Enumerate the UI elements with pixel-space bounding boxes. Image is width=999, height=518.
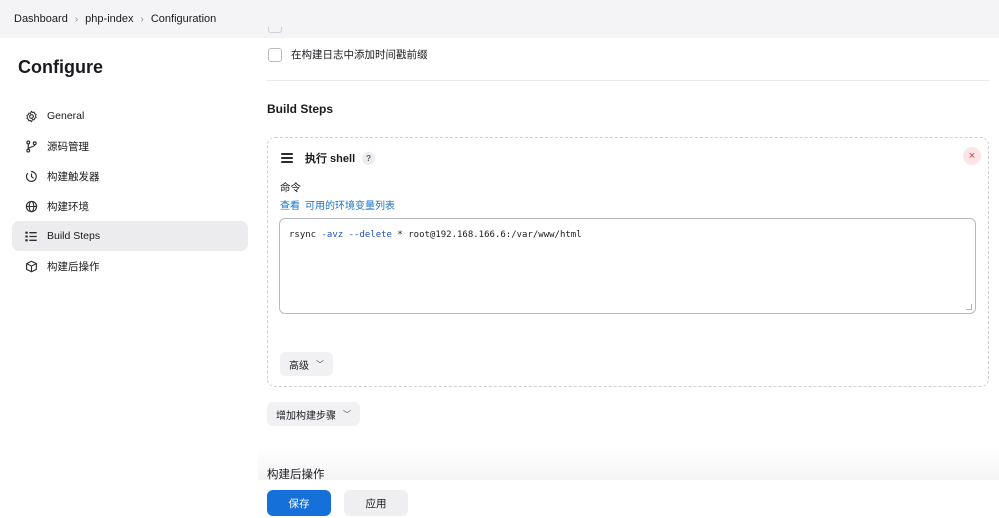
command-opt-delete: --delete [348,230,392,240]
add-build-step-label: 增加构建步骤 [276,410,336,422]
sidebar-item-scm[interactable]: 源码管理 [12,131,248,161]
chevron-down-icon: ﹀ [343,409,351,419]
command-cmd: rsync [289,230,317,240]
breadcrumb-separator: › [140,13,144,25]
add-build-step-button[interactable]: 增加构建步骤 ﹀ [267,402,360,426]
breadcrumb-separator: › [74,13,79,25]
globe-icon [24,199,38,213]
divider [267,80,989,81]
breadcrumb-configuration[interactable]: Configuration [151,13,216,25]
sidebar-item-label: 源码管理 [47,140,89,153]
drag-handle-icon[interactable] [281,153,293,163]
env-link-prefix: 查看 [280,201,300,212]
command-textarea[interactable]: rsync -avz --delete * root@192.168.166.6… [279,218,976,314]
checkbox-partial[interactable] [268,27,282,33]
list-icon [24,229,38,243]
apply-button[interactable]: 应用 [344,490,408,516]
sidebar-item-label: 构建环境 [47,200,89,213]
sidebar-item-post-build[interactable]: 构建后操作 [12,251,248,281]
advanced-label: 高级 [289,360,309,372]
sidebar-nav: General 源码管理 构建触发器 构建环境 Build Steps 构建后操… [12,101,248,281]
help-icon[interactable]: ? [362,151,376,165]
page-title: Configure [18,57,103,77]
sidebar-item-label: General [47,110,85,122]
sidebar-item-environment[interactable]: 构建环境 [12,191,248,221]
breadcrumb-php-index[interactable]: php-index [85,13,133,25]
delete-step-button[interactable]: × [963,147,981,165]
sidebar-item-build-steps[interactable]: Build Steps [12,221,248,251]
command-label: 命令 [280,182,301,194]
timestamp-checkbox-label: 在构建日志中添加时间戳前缀 [291,49,428,61]
env-link-text[interactable]: 可用的环境变量列表 [305,197,395,212]
timestamp-option: 在构建日志中添加时间戳前缀 [268,47,428,62]
timestamp-checkbox[interactable] [268,47,282,62]
gear-icon [24,109,38,123]
step-header: 执行 shell ? [281,150,376,166]
shell-step-card: 执行 shell ? × 命令 查看 可用的环境变量列表 rsync -avz … [267,137,989,387]
sidebar-item-triggers[interactable]: 构建触发器 [12,161,248,191]
save-button[interactable]: 保存 [267,490,331,516]
breadcrumb-dashboard[interactable]: Dashboard [14,13,68,25]
step-title: 执行 shell [305,153,356,165]
close-icon: × [968,150,976,162]
command-opt-avz: -avz [321,230,344,240]
cube-icon [24,259,38,273]
sidebar-item-label: 构建触发器 [47,170,100,183]
command-args: * root@192.168.166.6:/var/www/html [397,230,582,240]
build-steps-title: Build Steps [267,102,334,116]
breadcrumb: Dashboard › php-index › Configuration [14,13,216,25]
advanced-button[interactable]: 高级 ﹀ [280,352,333,376]
chevron-down-icon: ﹀ [316,359,324,369]
env-vars-link[interactable]: 查看 可用的环境变量列表 [280,197,395,212]
sidebar-item-label: Build Steps [47,230,101,242]
sidebar-item-general[interactable]: General [12,101,248,131]
sidebar: Configure General 源码管理 构建触发器 构建环境 Build … [0,38,258,518]
trigger-icon [24,169,38,183]
branch-icon [24,139,38,153]
sidebar-item-label: 构建后操作 [47,260,100,273]
resize-handle-icon[interactable] [966,304,972,310]
main-content: 在构建日志中添加时间戳前缀 Build Steps 执行 shell ? × 命… [258,0,999,518]
